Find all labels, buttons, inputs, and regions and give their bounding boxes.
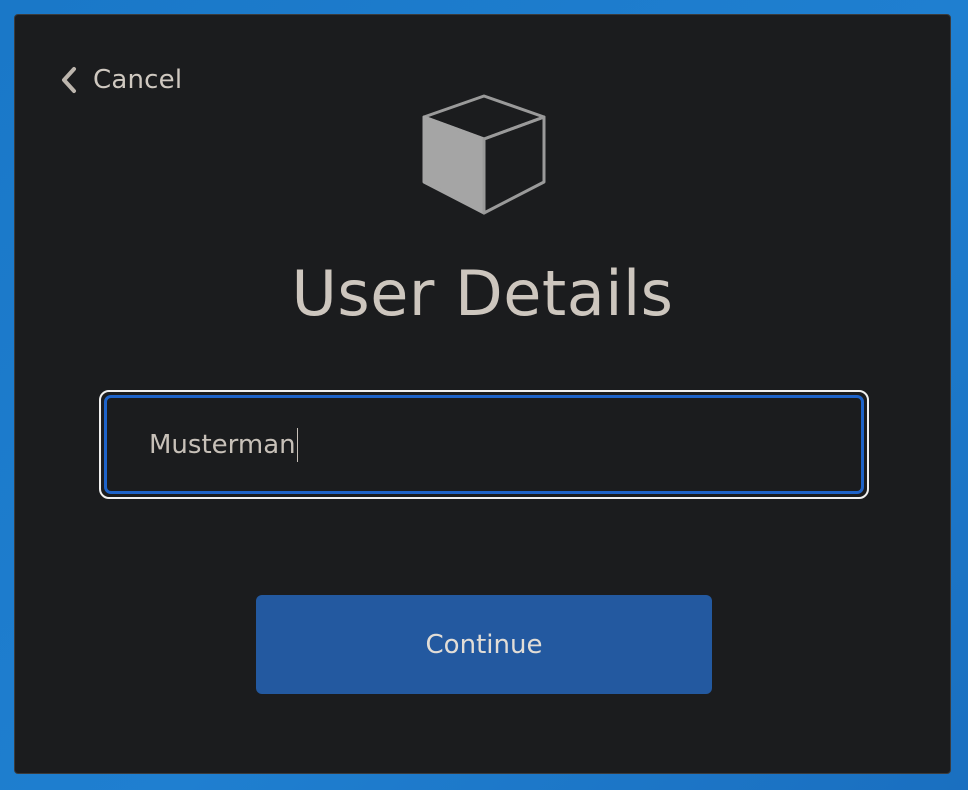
cube-icon bbox=[422, 94, 546, 215]
user-details-dialog: Cancel User Details Musterman Continue bbox=[14, 14, 951, 774]
chevron-left-icon bbox=[62, 67, 76, 93]
text-caret bbox=[296, 427, 298, 462]
name-input[interactable]: Musterman bbox=[104, 395, 864, 494]
cancel-button[interactable]: Cancel bbox=[59, 65, 182, 95]
page-title: User Details bbox=[291, 257, 674, 330]
name-input-focus-ring: Musterman bbox=[99, 390, 869, 499]
name-input-value: Musterman bbox=[149, 429, 296, 460]
continue-button[interactable]: Continue bbox=[256, 595, 712, 694]
cancel-label: Cancel bbox=[93, 65, 183, 95]
